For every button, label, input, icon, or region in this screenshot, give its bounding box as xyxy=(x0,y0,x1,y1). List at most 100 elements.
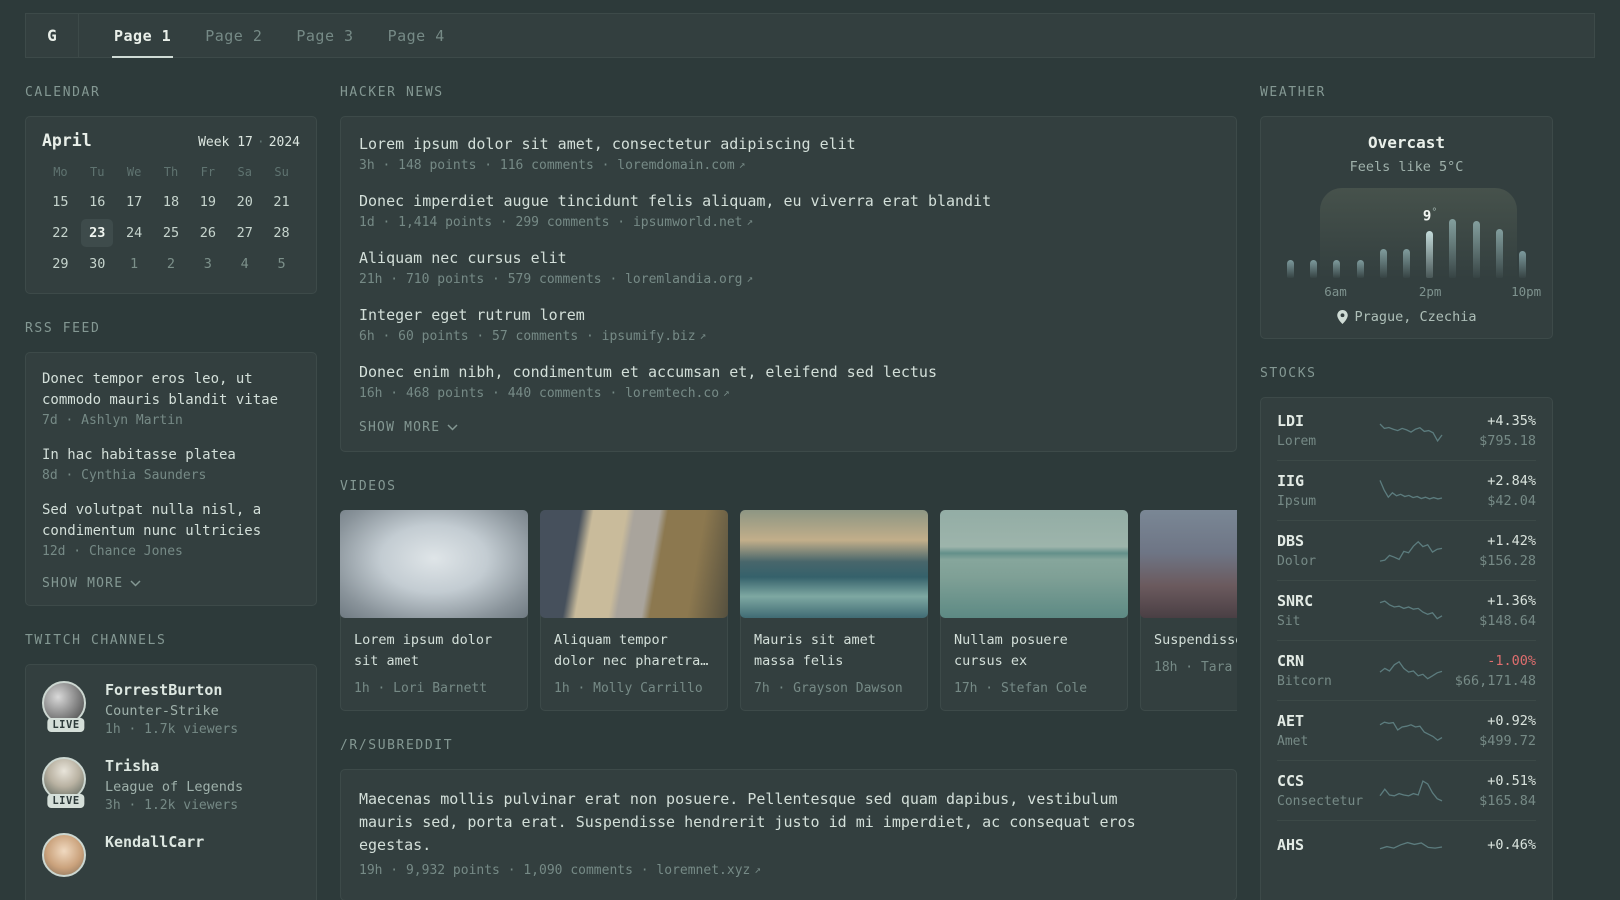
temperature-bar xyxy=(1279,260,1302,278)
section-title-twitch: TWITCH CHANNELS xyxy=(25,633,167,648)
stock-symbol[interactable]: IIG xyxy=(1277,472,1377,490)
stock-values: +1.42% $156.28 xyxy=(1445,533,1536,569)
weather-location: Prague, Czechia xyxy=(1275,309,1538,325)
news-item-domain[interactable]: ipsumworld.net xyxy=(633,215,743,230)
external-link-icon: ↗ xyxy=(754,863,761,876)
stock-symbol[interactable]: SNRC xyxy=(1277,592,1377,610)
stock-row: AET Amet +0.92% $499.72 xyxy=(1277,700,1536,760)
video-title[interactable]: Aliquam tempor dolor nec pharetra… xyxy=(554,630,714,672)
rss-item-title[interactable]: In hac habitasse platea xyxy=(42,445,300,466)
calendar-day-cell: 22 xyxy=(42,217,79,248)
video-thumbnail[interactable] xyxy=(940,510,1128,618)
news-item-title[interactable]: Lorem ipsum dolor sit amet, consectetur … xyxy=(359,135,1218,153)
app-logo[interactable]: G xyxy=(26,14,79,57)
stock-symbol[interactable]: AHS xyxy=(1277,836,1377,854)
video-meta: 1h · Molly Carrillo xyxy=(554,681,703,696)
news-item-domain[interactable]: ipsumify.biz xyxy=(602,329,696,344)
section-title-videos: VIDEOS xyxy=(340,479,397,494)
news-item-title[interactable]: Donec enim nibh, condimentum et accumsan… xyxy=(359,363,1218,381)
stock-id: DBS Dolor xyxy=(1277,532,1377,569)
calendar-day-cell: 28 xyxy=(263,217,300,248)
stock-row: DBS Dolor +1.42% $156.28 xyxy=(1277,520,1536,580)
calendar-day-cell: 24 xyxy=(116,217,153,248)
news-item-title[interactable]: Donec imperdiet augue tincidunt felis al… xyxy=(359,192,1218,210)
subreddit-post-title[interactable]: Maecenas mollis pulvinar erat non posuer… xyxy=(359,788,1164,857)
news-item-domain[interactable]: loremdomain.com xyxy=(617,158,734,173)
stock-name: Bitcorn xyxy=(1277,674,1332,689)
twitch-channel-game: League of Legends xyxy=(105,779,244,795)
hackernews-widget: Lorem ipsum dolor sit amet, consectetur … xyxy=(340,116,1237,452)
avatar[interactable] xyxy=(42,833,86,877)
subreddit-post-stats: 19h · 9,932 points · 1,090 comments · xyxy=(359,863,657,878)
news-item-meta: 16h · 468 points · 440 comments · loremt… xyxy=(359,386,1218,401)
nav-tab-label: Page 2 xyxy=(205,26,263,45)
nav-tab[interactable]: Page 3 xyxy=(279,14,370,57)
calendar-month: April xyxy=(42,131,92,150)
stock-id: CRN Bitcorn xyxy=(1277,652,1377,689)
stock-sparkline xyxy=(1377,536,1445,566)
stock-name: Amet xyxy=(1277,734,1309,749)
rss-item: Donec tempor eros leo, ut commodo mauris… xyxy=(42,369,300,428)
stock-name: Consectetur xyxy=(1277,794,1364,809)
stock-symbol[interactable]: DBS xyxy=(1277,532,1377,550)
video-title[interactable]: Mauris sit amet massa felis xyxy=(754,630,914,672)
video-thumbnail[interactable] xyxy=(540,510,728,618)
time-axis-label: 2pm xyxy=(1418,284,1442,299)
stock-symbol[interactable]: CRN xyxy=(1277,652,1377,670)
stock-symbol[interactable]: LDI xyxy=(1277,412,1377,430)
news-item-meta: 21h · 710 points · 579 comments · loreml… xyxy=(359,272,1218,287)
calendar-day-cell: 4 xyxy=(226,248,263,279)
stock-symbol[interactable]: CCS xyxy=(1277,772,1377,790)
section-title-weather: WEATHER xyxy=(1260,85,1326,100)
stock-id: AHS xyxy=(1277,836,1377,858)
rss-section: RSS FEED Donec tempor eros leo, ut commo… xyxy=(25,321,317,606)
video-text: Aliquam tempor dolor nec pharetra… 1h · … xyxy=(541,618,727,710)
news-item: Lorem ipsum dolor sit amet, consectetur … xyxy=(359,135,1218,173)
twitch-channel-meta: 1h · 1.7k viewers xyxy=(105,722,239,737)
video-title[interactable]: Nullam posuere cursus ex xyxy=(954,630,1114,672)
rss-item-title[interactable]: Donec tempor eros leo, ut commodo mauris… xyxy=(42,369,300,411)
video-title[interactable]: Suspendisse diam xyxy=(1154,630,1237,651)
news-item-title[interactable]: Aliquam nec cursus elit xyxy=(359,249,1218,267)
stock-price: $66,171.48 xyxy=(1454,672,1536,689)
twitch-channel-name[interactable]: KendallCarr xyxy=(105,833,204,851)
video-title[interactable]: Lorem ipsum dolor sit amet consectetu… xyxy=(354,630,514,672)
nav-tab[interactable]: Page 1 xyxy=(97,14,188,58)
calendar-day: 20 xyxy=(236,193,253,210)
calendar-day: 26 xyxy=(199,224,216,241)
twitch-channel-game: Counter-Strike xyxy=(105,703,219,719)
twitch-channel-name[interactable]: ForrestBurton xyxy=(105,681,238,699)
calendar-day-cell: 17 xyxy=(116,186,153,217)
video-card: Nullam posuere cursus ex 17h · Stefan Co… xyxy=(940,510,1128,711)
avatar-wrap xyxy=(42,833,90,877)
rss-item-title[interactable]: Sed volutpat nulla nisl, a condimentum n… xyxy=(42,500,300,542)
news-item-title[interactable]: Integer eget rutrum lorem xyxy=(359,306,1218,324)
nav-tab[interactable]: Page 4 xyxy=(371,14,462,57)
video-thumbnail[interactable] xyxy=(340,510,528,618)
calendar-day-cell: 18 xyxy=(153,186,190,217)
hackernews-show-more-button[interactable]: SHOW MORE xyxy=(359,420,1218,435)
calendar-week-year: Week 17 · 2024 xyxy=(198,135,300,150)
subreddit-post-domain[interactable]: loremnet.xyz xyxy=(656,863,750,878)
stock-sparkline xyxy=(1377,416,1445,446)
external-link-icon: ↗ xyxy=(746,272,754,285)
stock-row: AHS +0.46% xyxy=(1277,820,1536,873)
news-item-stats: 3h · 148 points · 116 comments · xyxy=(359,158,618,173)
twitch-channel-name[interactable]: Trisha xyxy=(105,757,243,775)
calendar-day-cell: 21 xyxy=(263,186,300,217)
video-thumbnail[interactable] xyxy=(740,510,928,618)
news-item-domain[interactable]: loremtech.co xyxy=(625,386,719,401)
nav-tab[interactable]: Page 2 xyxy=(188,14,279,57)
top-bar: G Page 1 Page 2 Page 3 Page 4 xyxy=(25,13,1595,58)
news-item-domain[interactable]: loremlandia.org xyxy=(625,272,742,287)
section-title-hackernews: HACKER NEWS xyxy=(340,85,444,100)
video-thumbnail[interactable] xyxy=(1140,510,1237,618)
calendar-day-cell: 20 xyxy=(226,186,263,217)
rss-show-more-button[interactable]: SHOW MORE xyxy=(42,576,300,591)
avatar-wrap: LIVE xyxy=(42,757,90,808)
news-item: Donec imperdiet augue tincidunt felis al… xyxy=(359,192,1218,230)
stock-symbol[interactable]: AET xyxy=(1277,712,1377,730)
twitch-channel-info: KendallCarr xyxy=(105,833,204,855)
calendar-weekday-label: Su xyxy=(274,165,289,179)
rss-item-meta: 7d · Ashlyn Martin xyxy=(42,413,183,428)
